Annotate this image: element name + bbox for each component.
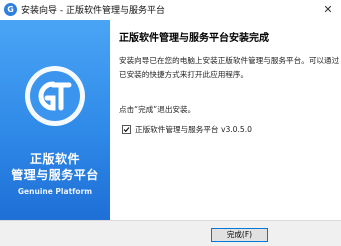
installer-window: G 安装向导 - 正版软件管理与服务平台 ✕ 正版软件 管理与服务平台 Genu…: [0, 0, 341, 246]
title-bar: G 安装向导 - 正版软件管理与服务平台 ✕: [0, 0, 341, 20]
run-app-option[interactable]: 正版软件管理与服务平台 v3.0.5.0: [122, 124, 252, 135]
window-title: 安装向导 - 正版软件管理与服务平台: [21, 6, 165, 16]
close-button[interactable]: ✕: [319, 1, 337, 18]
run-app-checkbox[interactable]: [122, 125, 131, 134]
checkmark-icon: [123, 127, 130, 133]
exit-instruction: 点击“完成”退出安装。: [119, 105, 196, 114]
banner-subtitle: Genuine Platform: [17, 187, 93, 196]
banner-title-line2: 管理与服务平台: [11, 168, 99, 182]
completion-message: 安装向导已在您的电脑上安装正版软件管理与服务平台。可以通过已安装的快捷方式来打开…: [119, 56, 340, 79]
gt-logo-icon: [25, 66, 85, 126]
completion-content: 正版软件管理与服务平台安装完成 安装向导已在您的电脑上安装正版软件管理与服务平台…: [110, 20, 341, 220]
footer-bar: 完成(F): [0, 221, 341, 246]
run-app-label: 正版软件管理与服务平台 v3.0.5.0: [135, 125, 253, 134]
app-icon: G: [4, 3, 17, 16]
page-title: 正版软件管理与服务平台安装完成: [119, 33, 269, 44]
finish-button[interactable]: 完成(F): [211, 228, 268, 242]
banner-title-line1: 正版软件: [29, 152, 80, 166]
side-banner: 正版软件 管理与服务平台 Genuine Platform: [0, 20, 110, 220]
